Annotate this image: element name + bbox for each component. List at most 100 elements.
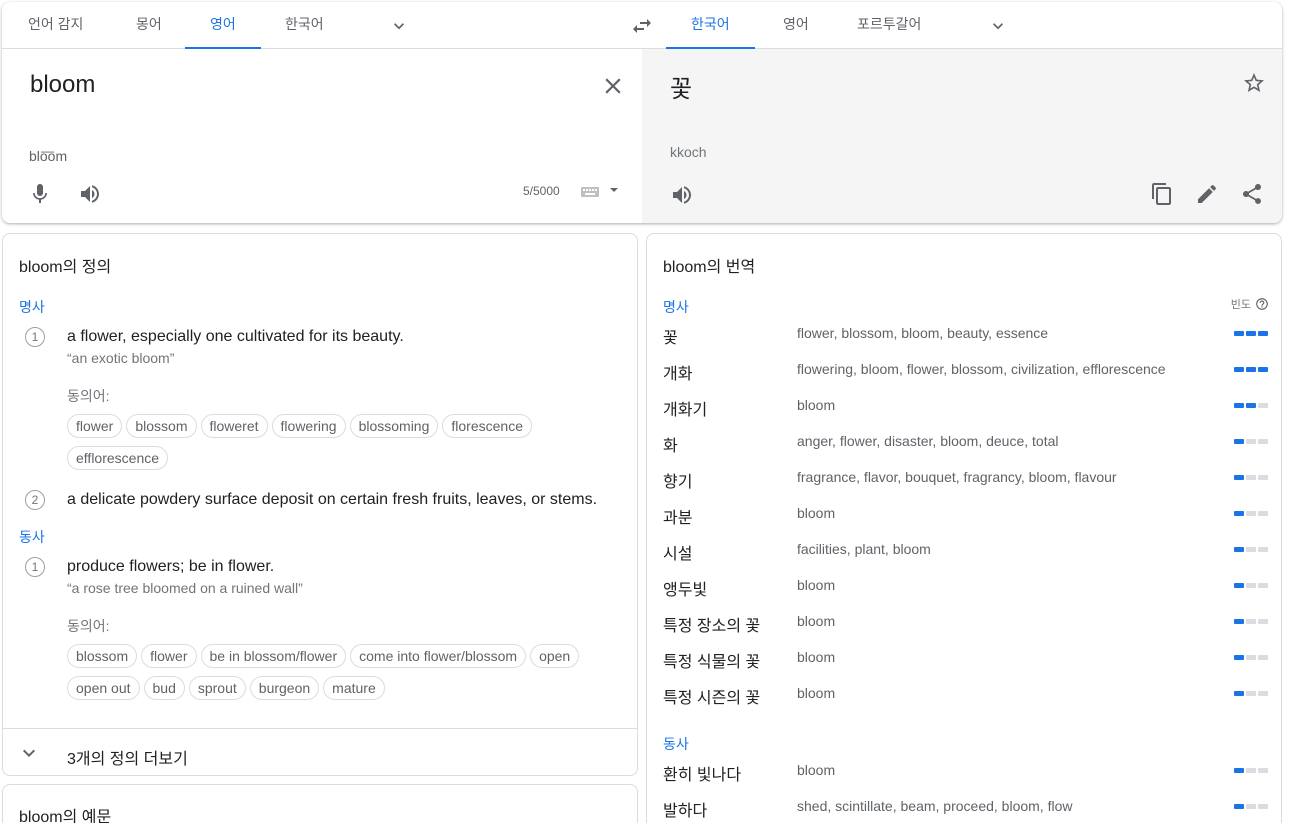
target-listen-speaker-icon[interactable] [670, 183, 694, 207]
frequency-segment [1234, 768, 1244, 773]
frequency-segment [1246, 768, 1256, 773]
examples-card: bloom의 예문 [2, 784, 638, 823]
microphone-icon[interactable] [28, 182, 52, 206]
synonym-chip[interactable]: be in blossom/flower [200, 644, 347, 668]
translated-text: 꽃 [670, 76, 693, 103]
save-translation-star-icon[interactable] [1242, 71, 1266, 95]
translation-row[interactable]: 꽃 flower, blossom, bloom, beauty, essence [647, 324, 1281, 360]
target-pane: 꽃 kkoch [642, 49, 1282, 223]
source-listen-speaker-icon[interactable] [78, 182, 102, 206]
synonym-chip[interactable]: open out [67, 676, 140, 700]
source-languages-chevron-down-icon[interactable] [389, 16, 409, 36]
synonym-chip[interactable]: burgeon [249, 676, 320, 700]
source-text-input[interactable]: bloom [30, 71, 95, 99]
frequency-bar [1234, 331, 1268, 336]
frequency-segment [1258, 768, 1268, 773]
translation-word: 앵두빛 [663, 582, 708, 599]
definitions-title: bloom의 정의 [19, 259, 112, 276]
synonym-chip[interactable]: blossom [67, 644, 138, 668]
synonym-chip[interactable]: flower [141, 644, 197, 668]
clear-text-close-icon[interactable] [600, 73, 626, 99]
frequency-segment [1246, 331, 1256, 336]
translation-word: 개화 [663, 366, 693, 383]
verb-label: 동사 [19, 529, 45, 545]
back-translations: anger, flower, disaster, bloom, deuce, t… [797, 433, 1059, 449]
tab-mongolian[interactable]: 몽어 [132, 2, 166, 49]
back-translations: bloom [797, 762, 836, 778]
tab-source-english[interactable]: 영어 [185, 2, 261, 50]
back-translations: bloom [797, 505, 836, 521]
frequency-segment [1234, 439, 1244, 444]
definition-example: “an exotic bloom” [67, 350, 175, 366]
keyboard-icon[interactable] [580, 185, 600, 199]
back-translations: flower, blossom, bloom, beauty, essence [797, 325, 1049, 341]
frequency-bar [1234, 475, 1268, 480]
synonym-chip[interactable]: floweret [200, 414, 268, 438]
translation-row[interactable]: 환히 빛나다 bloom [647, 761, 1281, 797]
translations-title: bloom의 번역 [663, 259, 756, 276]
translation-row[interactable]: 과분 bloom [647, 504, 1281, 540]
source-pane: bloom blo͞om 5/5000 [2, 49, 642, 223]
edit-translation-pencil-icon[interactable] [1195, 182, 1219, 206]
translation-row[interactable]: 시설 facilities, plant, bloom [647, 540, 1281, 576]
synonym-chip[interactable]: come into flower/blossom [350, 644, 527, 668]
more-definitions-button[interactable]: 3개의 정의 더보기 [3, 728, 637, 775]
frequency-segment [1246, 511, 1256, 516]
tab-target-english[interactable]: 영어 [779, 2, 813, 49]
frequency-bar [1234, 367, 1268, 372]
synonym-chip[interactable]: open [530, 644, 580, 668]
translation-word: 발하다 [663, 803, 708, 820]
frequency-segment [1234, 475, 1244, 480]
translation-row[interactable]: 화 anger, flower, disaster, bloom, deuce, … [647, 432, 1281, 468]
swap-languages-icon[interactable] [630, 14, 654, 38]
translation-row[interactable]: 특정 식물의 꽃 bloom [647, 648, 1281, 684]
help-question-icon[interactable] [1255, 297, 1269, 311]
synonym-chip[interactable]: mature [323, 676, 385, 700]
synonym-chip[interactable]: bud [143, 676, 185, 700]
translation-row[interactable]: 개화기 bloom [647, 396, 1281, 432]
tab-detect-language[interactable]: 언어 감지 [24, 2, 87, 49]
translation-word: 향기 [663, 474, 693, 491]
translation-row[interactable]: 특정 장소의 꽃 bloom [647, 612, 1281, 648]
translation-row[interactable]: 개화 flowering, bloom, flower, blossom, civ… [647, 360, 1281, 396]
frequency-bar [1234, 583, 1268, 588]
synonym-chip[interactable]: flowering [271, 414, 346, 438]
frequency-segment [1246, 367, 1256, 372]
translation-row[interactable]: 발하다 shed, scintillate, beam, proceed, blo… [647, 797, 1281, 823]
tab-target-korean[interactable]: 한국어 [666, 2, 755, 50]
frequency-segment [1258, 367, 1268, 372]
translation-row[interactable]: 특정 시즌의 꽃 bloom [647, 684, 1281, 720]
synonym-chip[interactable]: sprout [188, 676, 246, 700]
synonym-chip[interactable]: florescence [442, 414, 532, 438]
frequency-segment [1258, 511, 1268, 516]
back-translations: bloom [797, 397, 836, 413]
back-translations: bloom [797, 613, 836, 629]
copy-translation-icon[interactable] [1150, 182, 1174, 206]
translation-word: 시설 [663, 546, 693, 563]
synonym-chip[interactable]: blossoming [349, 414, 439, 438]
frequency-segment [1258, 583, 1268, 588]
share-translation-icon[interactable] [1240, 182, 1264, 206]
translation-word: 화 [663, 438, 678, 455]
frequency-segment [1234, 691, 1244, 696]
translation-card: 언어 감지 몽어 영어 한국어 한국어 영어 포르투갈어 bloom blo͞o… [2, 2, 1282, 223]
synonym-chips: blossom flower be in blossom/flower come… [67, 644, 627, 700]
noun-label: 명사 [19, 299, 45, 315]
frequency-bar [1234, 547, 1268, 552]
definition-gloss: a flower, especially one cultivated for … [67, 328, 404, 345]
frequency-segment [1234, 804, 1244, 809]
translation-row[interactable]: 앵두빛 bloom [647, 576, 1281, 612]
examples-title: bloom의 예문 [19, 809, 112, 823]
tab-source-korean[interactable]: 한국어 [281, 2, 328, 49]
synonym-chip[interactable]: blossom [126, 414, 197, 438]
frequency-segment [1234, 367, 1244, 372]
synonym-chip[interactable]: flower [67, 414, 123, 438]
target-languages-chevron-down-icon[interactable] [988, 16, 1008, 36]
frequency-segment [1234, 403, 1244, 408]
tab-target-portuguese[interactable]: 포르투갈어 [853, 2, 925, 49]
input-tools-dropdown-icon[interactable] [608, 185, 620, 195]
synonym-chip[interactable]: efflorescence [67, 446, 169, 470]
translation-word: 특정 시즌의 꽃 [663, 690, 761, 707]
translation-row[interactable]: 향기 fragrance, flavor, bouquet, fragrancy,… [647, 468, 1281, 504]
frequency-segment [1258, 619, 1268, 624]
